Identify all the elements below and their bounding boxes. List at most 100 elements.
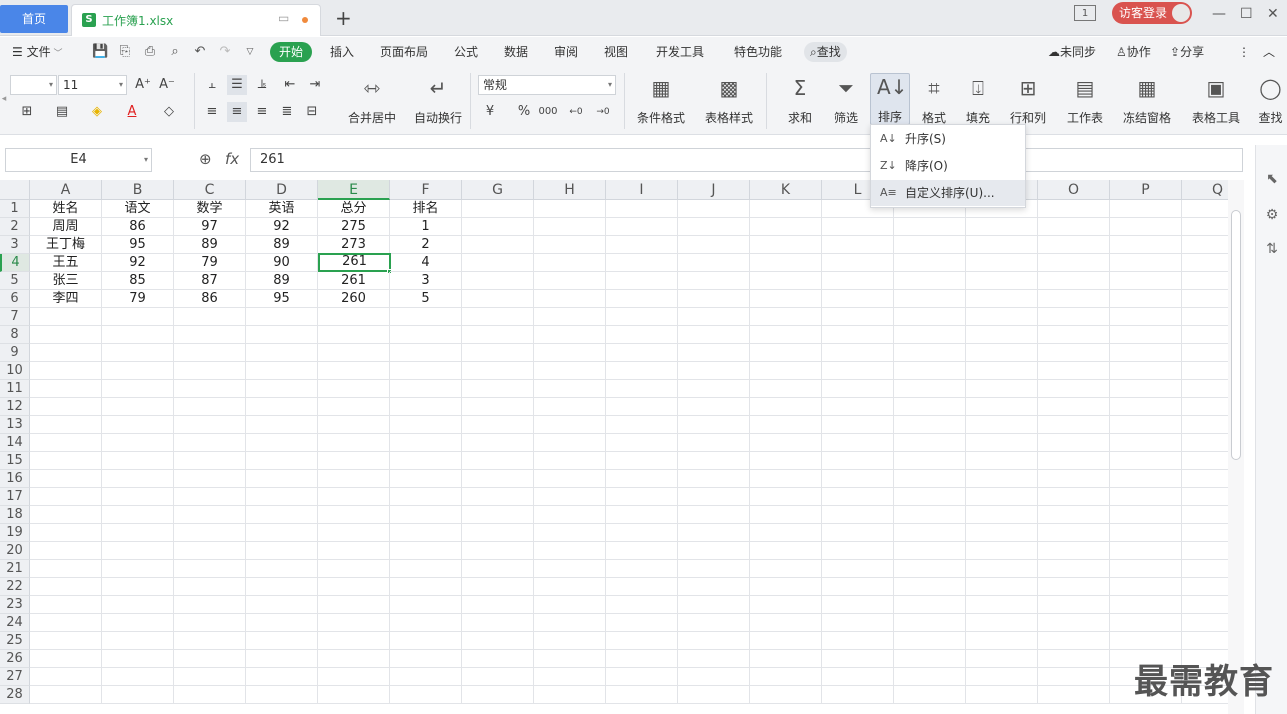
column-header[interactable]: B: [102, 180, 174, 200]
find-button[interactable]: ◯ 查找: [1254, 75, 1287, 127]
cell[interactable]: [462, 686, 534, 704]
cell[interactable]: [1182, 434, 1228, 452]
tab-formulas[interactable]: 公式: [454, 37, 478, 67]
align-top-icon[interactable]: ⫠: [202, 75, 222, 95]
cell[interactable]: [1110, 398, 1182, 416]
cursor-select-icon[interactable]: ⬉: [1264, 171, 1280, 187]
cell[interactable]: [1110, 344, 1182, 362]
cell[interactable]: [534, 218, 606, 236]
cell[interactable]: [966, 434, 1038, 452]
cell[interactable]: [534, 596, 606, 614]
cell[interactable]: [966, 686, 1038, 704]
cell[interactable]: [966, 506, 1038, 524]
cell[interactable]: [750, 290, 822, 308]
cell[interactable]: [822, 632, 894, 650]
cell[interactable]: [606, 578, 678, 596]
cell[interactable]: [534, 488, 606, 506]
cell[interactable]: [1182, 290, 1228, 308]
cell[interactable]: [1038, 326, 1110, 344]
cell[interactable]: [1110, 272, 1182, 290]
cell[interactable]: [750, 326, 822, 344]
formula-input[interactable]: 261: [250, 148, 1243, 172]
cell[interactable]: [462, 560, 534, 578]
row-header[interactable]: 3: [0, 236, 30, 254]
column-header[interactable]: K: [750, 180, 822, 200]
cell[interactable]: [750, 488, 822, 506]
cell[interactable]: [606, 650, 678, 668]
cell[interactable]: [246, 650, 318, 668]
cell[interactable]: [1182, 578, 1228, 596]
cell[interactable]: [678, 506, 750, 524]
row-header[interactable]: 28: [0, 686, 30, 704]
distributed-icon[interactable]: ⊟: [302, 102, 322, 122]
cell[interactable]: [1182, 524, 1228, 542]
cell[interactable]: [246, 344, 318, 362]
cell[interactable]: [966, 650, 1038, 668]
cell[interactable]: [894, 506, 966, 524]
cell[interactable]: [606, 596, 678, 614]
column-header[interactable]: P: [1110, 180, 1182, 200]
column-header[interactable]: F: [390, 180, 462, 200]
column-header[interactable]: G: [462, 180, 534, 200]
cell[interactable]: [966, 344, 1038, 362]
cell[interactable]: [1182, 560, 1228, 578]
cell[interactable]: [390, 506, 462, 524]
row-header[interactable]: 24: [0, 614, 30, 632]
cell[interactable]: [1182, 632, 1228, 650]
cell[interactable]: 85: [102, 272, 174, 290]
tab-page-layout[interactable]: 页面布局: [380, 37, 428, 67]
row-header[interactable]: 8: [0, 326, 30, 344]
row-header[interactable]: 7: [0, 308, 30, 326]
cell[interactable]: [1038, 290, 1110, 308]
format-button[interactable]: ⌗ 格式: [914, 75, 954, 127]
cell[interactable]: [318, 542, 390, 560]
column-header[interactable]: H: [534, 180, 606, 200]
cell[interactable]: 英语: [246, 200, 318, 218]
cell[interactable]: [894, 344, 966, 362]
cell[interactable]: [1110, 308, 1182, 326]
cell[interactable]: [102, 560, 174, 578]
active-cell[interactable]: 261: [318, 253, 391, 272]
cell[interactable]: [246, 416, 318, 434]
cell[interactable]: [606, 254, 678, 272]
border-icon[interactable]: ⊞: [17, 102, 37, 122]
cell[interactable]: [318, 362, 390, 380]
cell[interactable]: [894, 668, 966, 686]
cell[interactable]: [318, 686, 390, 704]
cell[interactable]: 1: [390, 218, 462, 236]
cell[interactable]: 90: [246, 254, 318, 272]
cell[interactable]: [750, 416, 822, 434]
cell[interactable]: [30, 578, 102, 596]
cell[interactable]: [822, 614, 894, 632]
cell[interactable]: [318, 308, 390, 326]
cell[interactable]: [822, 488, 894, 506]
cell[interactable]: [1182, 272, 1228, 290]
cell[interactable]: [606, 344, 678, 362]
cell[interactable]: [102, 614, 174, 632]
cell[interactable]: [102, 398, 174, 416]
page-badge[interactable]: 1: [1074, 5, 1096, 21]
cell[interactable]: [102, 488, 174, 506]
cell[interactable]: [822, 380, 894, 398]
cell[interactable]: [30, 380, 102, 398]
cell[interactable]: 92: [246, 218, 318, 236]
tab-insert[interactable]: 插入: [330, 37, 354, 67]
cell[interactable]: [462, 524, 534, 542]
cell[interactable]: [1038, 686, 1110, 704]
cell[interactable]: [174, 488, 246, 506]
cell[interactable]: 95: [246, 290, 318, 308]
cell[interactable]: [30, 614, 102, 632]
cell[interactable]: [318, 326, 390, 344]
cell[interactable]: [102, 506, 174, 524]
cell[interactable]: [966, 308, 1038, 326]
name-box[interactable]: E4 ▾: [5, 148, 152, 172]
cell[interactable]: [1110, 254, 1182, 272]
cell[interactable]: [678, 254, 750, 272]
cell[interactable]: [534, 416, 606, 434]
cell[interactable]: [750, 254, 822, 272]
cell[interactable]: [606, 542, 678, 560]
cell[interactable]: [750, 632, 822, 650]
cell[interactable]: [894, 524, 966, 542]
cell[interactable]: [30, 506, 102, 524]
tab-special[interactable]: 特色功能: [734, 37, 782, 67]
